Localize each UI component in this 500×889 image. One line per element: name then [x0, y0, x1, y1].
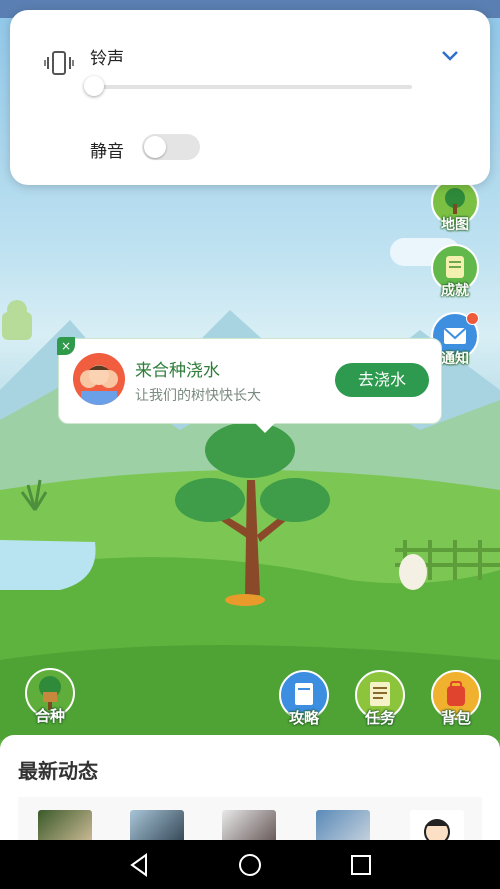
- activity-avatar[interactable]: [130, 810, 184, 840]
- task-label: 任务: [364, 709, 395, 727]
- ringtone-label: 铃声: [90, 49, 124, 69]
- ringtone-volume-slider[interactable]: [94, 85, 412, 89]
- map-label: 地图: [441, 217, 469, 233]
- task-button[interactable]: 任务: [354, 670, 406, 728]
- water-invite-popup[interactable]: × 来合种浇水 让我们的树快快长大 去浇水: [57, 337, 442, 433]
- cooperative-plant-button[interactable]: 合种: [24, 668, 76, 726]
- popup-close-button[interactable]: ×: [57, 337, 75, 355]
- activity-avatar[interactable]: [410, 810, 464, 840]
- vibrate-icon[interactable]: [44, 48, 74, 78]
- latest-activity-heading: 最新动态: [18, 759, 98, 783]
- popup-title: 来合种浇水: [135, 361, 220, 381]
- android-watermark-icon: [2, 300, 32, 340]
- group-avatar: [73, 353, 125, 405]
- activity-avatar[interactable]: [222, 810, 276, 840]
- achievement-label: 成就: [441, 283, 469, 299]
- mute-label: 静音: [90, 142, 124, 162]
- activity-avatar[interactable]: [38, 810, 92, 840]
- achievement-button[interactable]: 成就: [430, 244, 480, 300]
- mute-toggle-knob: [144, 136, 166, 158]
- back-icon[interactable]: [126, 852, 152, 878]
- mute-toggle[interactable]: [142, 134, 200, 160]
- latest-activity-panel: 最新动态: [0, 735, 500, 840]
- go-water-button[interactable]: 去浇水: [335, 363, 429, 397]
- recents-icon[interactable]: [348, 852, 374, 878]
- backpack-button[interactable]: 背包: [430, 670, 482, 728]
- notification-badge: [466, 312, 479, 325]
- map-button[interactable]: 地图: [430, 178, 480, 234]
- activity-avatar[interactable]: [316, 810, 370, 840]
- tree: [175, 422, 330, 606]
- home-icon[interactable]: [237, 852, 263, 878]
- volume-panel: 铃声 静音: [10, 10, 490, 185]
- system-nav-bar: [0, 840, 500, 889]
- cooperative-plant-label: 合种: [34, 707, 65, 725]
- popup-subtitle: 让我们的树快快长大: [135, 388, 261, 404]
- ringtone-slider-thumb[interactable]: [84, 76, 104, 96]
- backpack-label: 背包: [440, 709, 471, 727]
- guide-label: 攻略: [288, 709, 319, 727]
- guide-button[interactable]: 攻略: [278, 670, 330, 728]
- chevron-down-icon[interactable]: [440, 48, 460, 64]
